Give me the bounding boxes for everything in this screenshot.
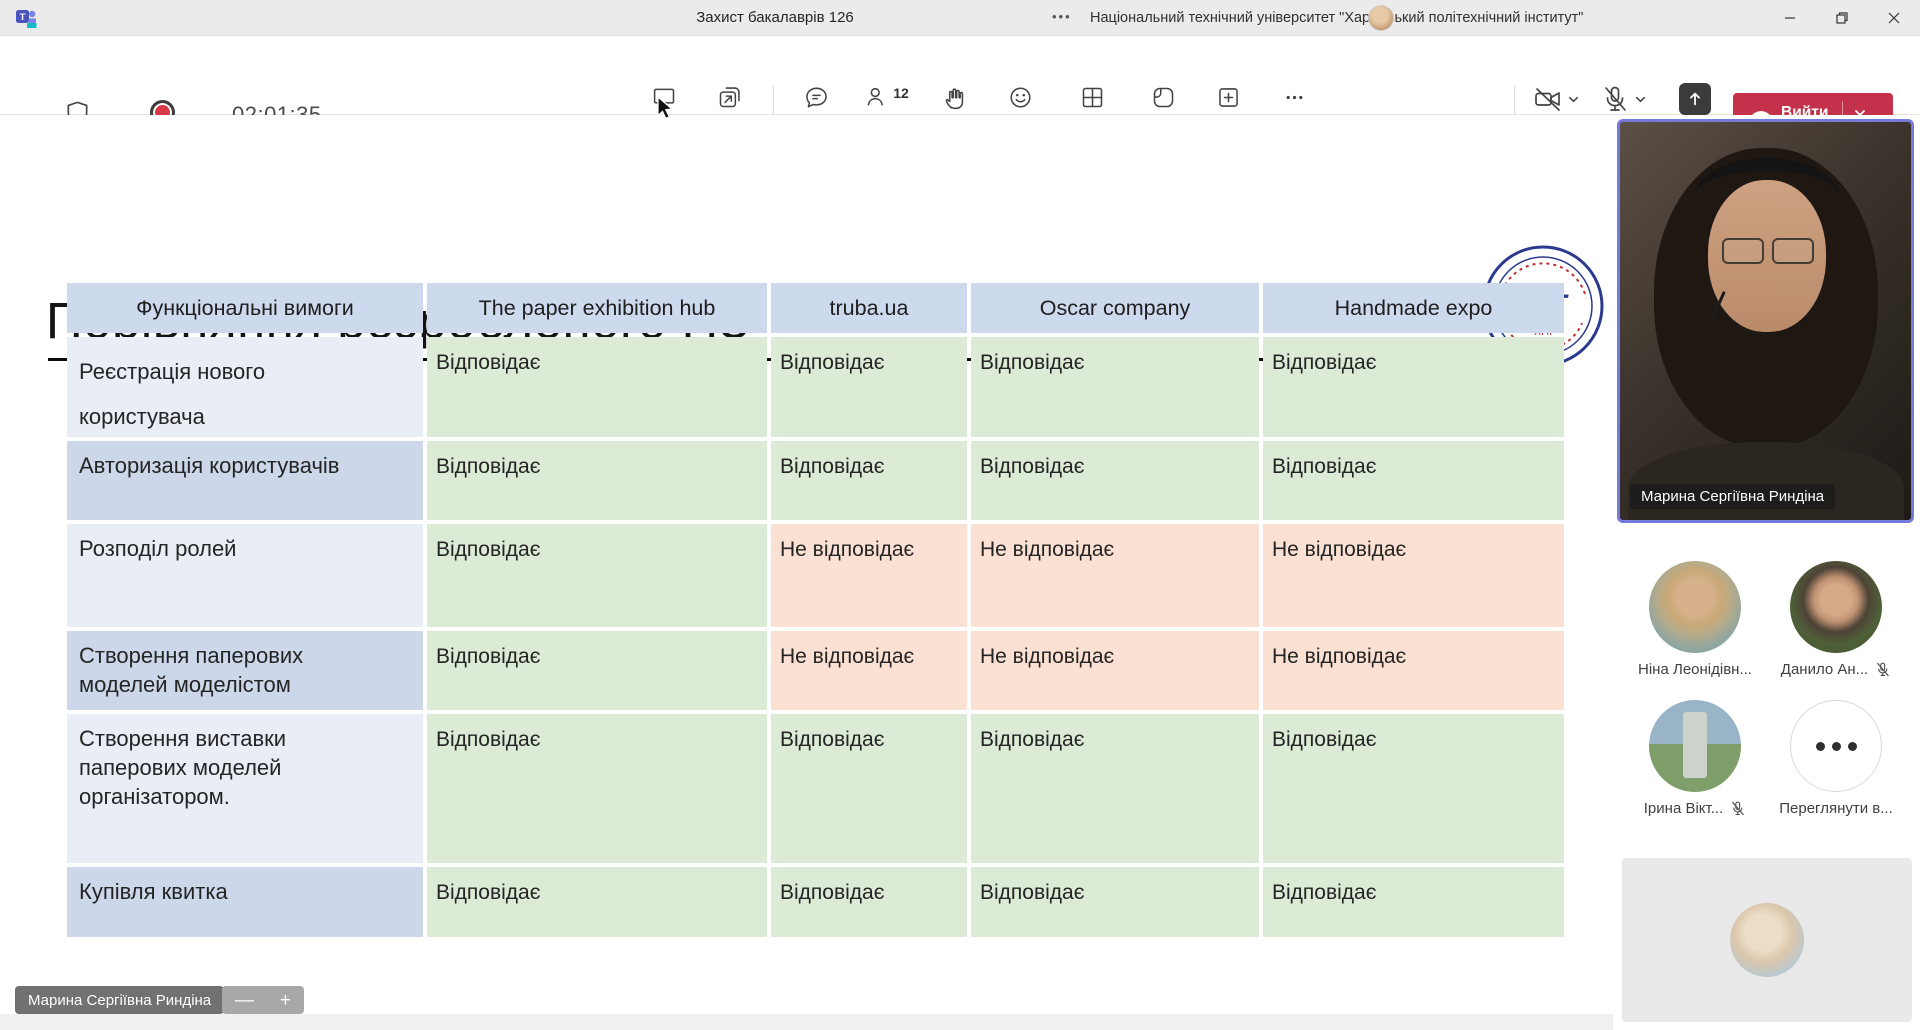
raise-hand-icon [942,84,969,111]
more-participants-icon [1790,700,1882,792]
meeting-toolbar: 02:01:35 Почати Відкріпити [0,36,1920,115]
table-cell: Відповідає [771,714,967,863]
close-button[interactable] [1868,0,1920,36]
table-cell: Не відповідає [1263,524,1564,627]
zoom-in-button[interactable]: + [280,991,291,1010]
breakout-rooms-icon [1150,84,1177,111]
titlebar-more-indicator[interactable]: ••• [1052,0,1072,36]
self-video-tile[interactable] [1622,858,1912,1022]
participants-icon: 12 [864,84,908,111]
table-row-label: Купівля квитка [67,867,423,937]
table-row-label: Авторизація користувачів [67,441,423,520]
presentation-slide: Порівняння розробленого ПЗ ІСТ ХПІ Функц… [0,115,1613,1030]
teams-meeting-window: T Захист бакалаврів 126 ••• Національний… [0,0,1920,1030]
titlebar: T Захист бакалаврів 126 ••• Національний… [0,0,1920,36]
svg-text:T: T [20,12,26,23]
video-person-shoulders [1628,442,1904,523]
main-video-tile[interactable]: Марина Сергіївна Риндіна [1617,119,1914,523]
table-cell: Відповідає [427,337,767,437]
presenter-name-pill: Марина Сергіївна Риндіна [15,986,224,1014]
restore-button[interactable] [1816,0,1868,36]
self-avatar [1730,903,1804,977]
user-avatar[interactable] [1368,5,1394,31]
table-cell: Відповідає [771,337,967,437]
mic-off-icon [1600,84,1630,114]
participant-name: Ірина Вікт... [1644,800,1723,817]
table-cell: Відповідає [427,867,767,937]
participant-tile[interactable]: Ірина Вікт... [1625,700,1765,817]
table-header: Handmade expo [1263,283,1564,333]
table-cell: Відповідає [427,441,767,520]
overflow-participants-tile[interactable]: Переглянути в... [1766,700,1906,817]
table-cell: Відповідає [971,337,1259,437]
mic-dropdown-chevron[interactable] [1634,93,1647,106]
table-cell: Відповідає [971,441,1259,520]
chat-icon [803,84,830,111]
organization-name: Національний технічний університет "Харк… [1090,0,1583,36]
minimize-button[interactable] [1764,0,1816,36]
table-cell: Відповідає [771,441,967,520]
camera-dropdown-chevron[interactable] [1567,93,1580,106]
apps-plus-icon [1215,84,1242,111]
table-row-label: Розподіл ролей [67,524,423,627]
table-cell: Не відповідає [1263,631,1564,710]
mic-muted-icon [1729,800,1746,817]
table-cell: Не відповідає [971,631,1259,710]
ellipsis-icon [1281,84,1308,111]
table-cell: Відповідає [427,524,767,627]
table-cell: Відповідає [971,867,1259,937]
mouse-cursor [656,96,676,122]
table-row-label: Створення паперових моделей моделістом [67,631,423,710]
participant-name: Данило Ан... [1781,661,1868,678]
participant-avatar [1649,561,1741,653]
table-header: Oscar company [971,283,1259,333]
headset-band [1696,158,1838,232]
participant-avatar [1790,561,1882,653]
table-cell: Відповідає [1263,714,1564,863]
video-name-badge: Марина Сергіївна Риндіна [1630,484,1835,509]
table-cell: Не відповідає [771,631,967,710]
participant-count: 12 [893,85,909,101]
table-cell: Не відповідає [771,524,967,627]
table-cell: Відповідає [771,867,967,937]
table-cell: Відповідає [1263,867,1564,937]
table-header: truba.ua [771,283,967,333]
participant-avatar [1649,700,1741,792]
popout-icon [716,84,743,111]
meeting-title: Захист бакалаврів 126 [696,0,854,36]
table-cell: Відповідає [427,714,767,863]
share-tray-icon [1679,83,1711,115]
table-cell: Відповідає [1263,441,1564,520]
table-cell: Відповідає [971,714,1259,863]
table-row-label: Створення виставки паперових моделей орг… [67,714,423,863]
zoom-controls: — + [222,986,304,1014]
participant-name: Переглянути в... [1779,800,1893,817]
participant-name: Ніна Леонідівн... [1638,661,1752,678]
comparison-table: Функціональні вимоги The paper exhibitio… [67,283,1564,937]
table-header: Функціональні вимоги [67,283,423,333]
video-sidebar: Марина Сергіївна Риндіна Ніна Леонідівн.… [1613,115,1920,1030]
slide-bottom-strip [0,1014,1613,1030]
smiley-icon [1007,84,1034,111]
table-cell: Відповідає [1263,337,1564,437]
glasses [1722,238,1814,264]
table-row-label: Реєстрація нового користувача [67,337,423,437]
teams-app-icon: T [14,6,38,30]
camera-off-icon [1533,84,1563,114]
table-header: The paper exhibition hub [427,283,767,333]
mic-muted-icon [1874,661,1891,678]
table-cell: Відповідає [427,631,767,710]
view-grid-icon [1079,84,1106,111]
table-cell: Не відповідає [971,524,1259,627]
participant-tile[interactable]: Ніна Леонідівн... [1625,561,1765,678]
participant-tile[interactable]: Данило Ан... [1766,561,1906,678]
zoom-out-button[interactable]: — [235,991,254,1010]
